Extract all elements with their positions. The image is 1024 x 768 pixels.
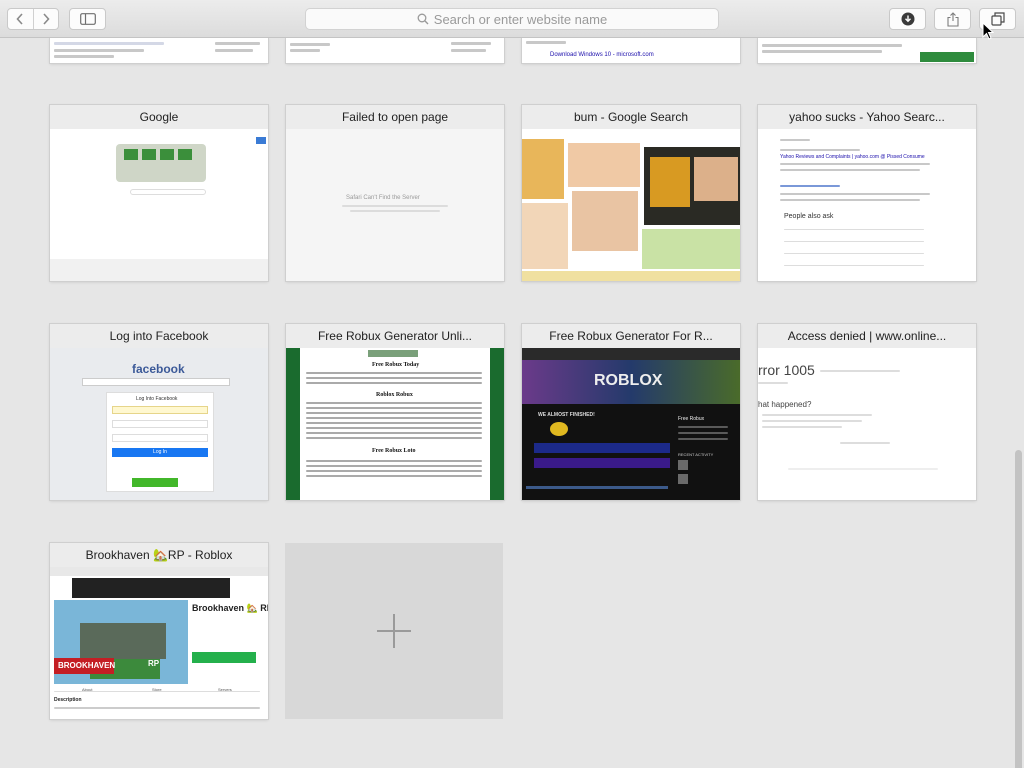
scrollbar[interactable] <box>1012 38 1024 768</box>
robux-heading-2: Roblox Robux <box>376 392 413 398</box>
brookhaven-badge: BROOKHAVEN <box>58 661 116 670</box>
tab-thumbnail-google-search[interactable]: bum - Google Search <box>522 105 740 281</box>
share-icon <box>946 11 959 27</box>
safari-toolbar: Search or enter website name <box>0 0 1024 38</box>
login-button: Log In <box>112 448 208 457</box>
rp-badge: RP <box>148 659 160 668</box>
tab-store: Store <box>152 687 162 692</box>
robux-heading-1: Free Robux Today <box>372 362 420 368</box>
what-happened: hat happened? <box>758 400 812 409</box>
scrollbar-thumb[interactable] <box>1015 450 1022 768</box>
tab-about: About <box>82 687 93 692</box>
tab-thumbnail-yahoo-search[interactable]: yahoo sucks - Yahoo Searc... Yahoo Revie… <box>758 105 976 281</box>
result-link: Yahoo Reviews and Complaints | yahoo.com… <box>780 154 925 160</box>
robux-heading-3: Free Robux Loto <box>372 448 416 454</box>
tab-overview-grid: Download Windows 10 - microsoft.com Goog… <box>0 38 1012 768</box>
tab-thumbnail-partial-2[interactable] <box>286 38 504 63</box>
tab-title: Brookhaven 🏡RP - Roblox <box>50 543 268 567</box>
facebook-logo: facebook <box>132 362 185 376</box>
tab-thumbnail-robux-generator-1[interactable]: Free Robux Generator Unli... Free Robux … <box>286 324 504 500</box>
tab-thumbnail-partial-3[interactable]: Download Windows 10 - microsoft.com <box>522 38 740 63</box>
roblox-logo: ROBLOX <box>594 372 663 389</box>
tab-title: bum - Google Search <box>522 105 740 129</box>
mouse-cursor-icon <box>982 22 994 40</box>
chevron-left-icon <box>16 13 23 25</box>
side-heading: Free Robux <box>678 416 705 422</box>
description-heading: Description <box>54 697 82 703</box>
chevron-right-icon <box>43 13 50 25</box>
new-tab-button[interactable] <box>285 543 503 719</box>
tab-title: Log into Facebook <box>50 324 268 348</box>
login-heading: Log Into Facebook <box>136 396 178 402</box>
plus-icon <box>377 614 411 648</box>
error-heading: Safari Can't Find the Server <box>346 195 420 201</box>
tab-thumbnail-partial-1[interactable] <box>50 38 268 63</box>
download-icon <box>901 12 914 26</box>
recent-activity: RECENT ACTIVITY <box>678 452 714 457</box>
game-name: Brookhaven 🏡 RP <box>192 603 268 613</box>
sidebar-icon <box>79 13 96 25</box>
tab-thumbnail-partial-4[interactable] <box>758 38 976 63</box>
tab-title: yahoo sucks - Yahoo Searc... <box>758 105 976 129</box>
tab-title: Free Robux Generator For R... <box>522 324 740 348</box>
back-button[interactable] <box>8 9 33 29</box>
tab-thumbnail-failed[interactable]: Failed to open page Safari Can't Find th… <box>286 105 504 281</box>
tab-thumbnail-google[interactable]: Google <box>50 105 268 281</box>
tab-thumbnail-facebook[interactable]: Log into Facebook facebook Log Into Face… <box>50 324 268 500</box>
sidebar-button[interactable] <box>69 8 106 30</box>
tab-title: Google <box>50 105 268 129</box>
tab-title: Access denied | www.online... <box>758 324 976 348</box>
nav-buttons <box>7 8 59 30</box>
tab-thumbnail-brookhaven[interactable]: Brookhaven 🏡RP - Roblox BROOKHAVEN RP Br… <box>50 543 268 719</box>
search-icon <box>417 13 429 25</box>
tab-title: Failed to open page <box>286 105 504 129</box>
downloads-button[interactable] <box>889 8 926 30</box>
address-placeholder: Search or enter website name <box>433 11 608 27</box>
tab-servers: Servers <box>218 687 232 692</box>
partial-snippet: Download Windows 10 - microsoft.com <box>550 52 654 58</box>
tab-thumbnail-robux-generator-2[interactable]: Free Robux Generator For R... ROBLOX WE … <box>522 324 740 500</box>
address-bar[interactable]: Search or enter website name <box>305 8 719 30</box>
people-also-ask: People also ask <box>784 213 834 220</box>
almost-finished: WE ALMOST FINISHED! <box>538 412 595 418</box>
tab-title: Free Robux Generator Unli... <box>286 324 504 348</box>
error-code: rror 1005 <box>758 362 815 378</box>
tab-thumbnail-access-denied[interactable]: Access denied | www.online... rror 1005 … <box>758 324 976 500</box>
forward-button[interactable] <box>32 9 59 29</box>
share-button[interactable] <box>934 8 971 30</box>
